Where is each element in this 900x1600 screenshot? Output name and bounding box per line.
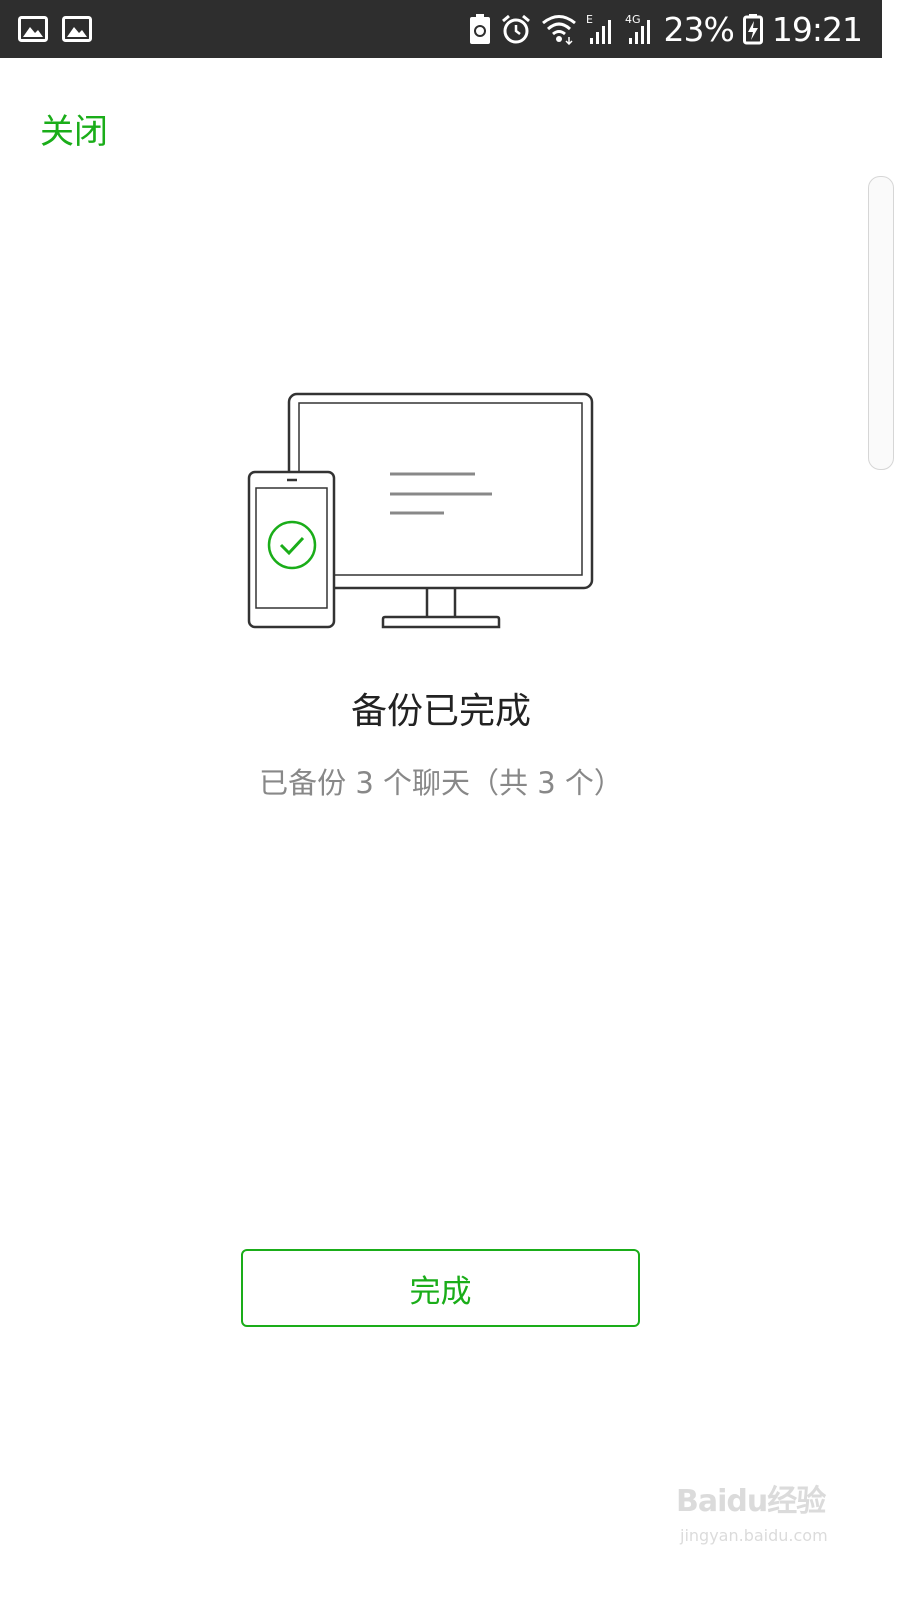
- close-button[interactable]: 关闭: [40, 104, 108, 153]
- svg-text:E: E: [586, 13, 593, 26]
- image-icon: [18, 16, 48, 42]
- signal-4g-icon: 4G: [625, 13, 650, 44]
- battery-charging-icon: [742, 14, 763, 45]
- battery-percent: 23%: [663, 9, 735, 49]
- svg-text:4G: 4G: [625, 13, 641, 26]
- clock: 19:21: [771, 9, 863, 49]
- signal-e-icon: E: [586, 13, 611, 44]
- battery-saver-icon: [469, 14, 490, 44]
- edge-panel-handle[interactable]: [868, 176, 894, 470]
- watermark-brand: Baidu经验: [676, 1484, 826, 1519]
- baidu-jingyan-watermark: Baidu经验 jingyan.baidu.com: [676, 1470, 856, 1554]
- wifi-icon: [541, 15, 576, 45]
- status-bar: E 4G 23% 19:21: [0, 0, 882, 58]
- backup-illustration: [247, 392, 594, 629]
- done-button[interactable]: 完成: [241, 1249, 640, 1327]
- watermark-url: jingyan.baidu.com: [680, 1526, 828, 1545]
- page-title: 备份已完成: [350, 691, 531, 732]
- alarm-icon: [501, 14, 530, 44]
- image-icon: [62, 16, 92, 42]
- backup-summary: 已备份 3 个聊天（共 3 个）: [259, 766, 623, 800]
